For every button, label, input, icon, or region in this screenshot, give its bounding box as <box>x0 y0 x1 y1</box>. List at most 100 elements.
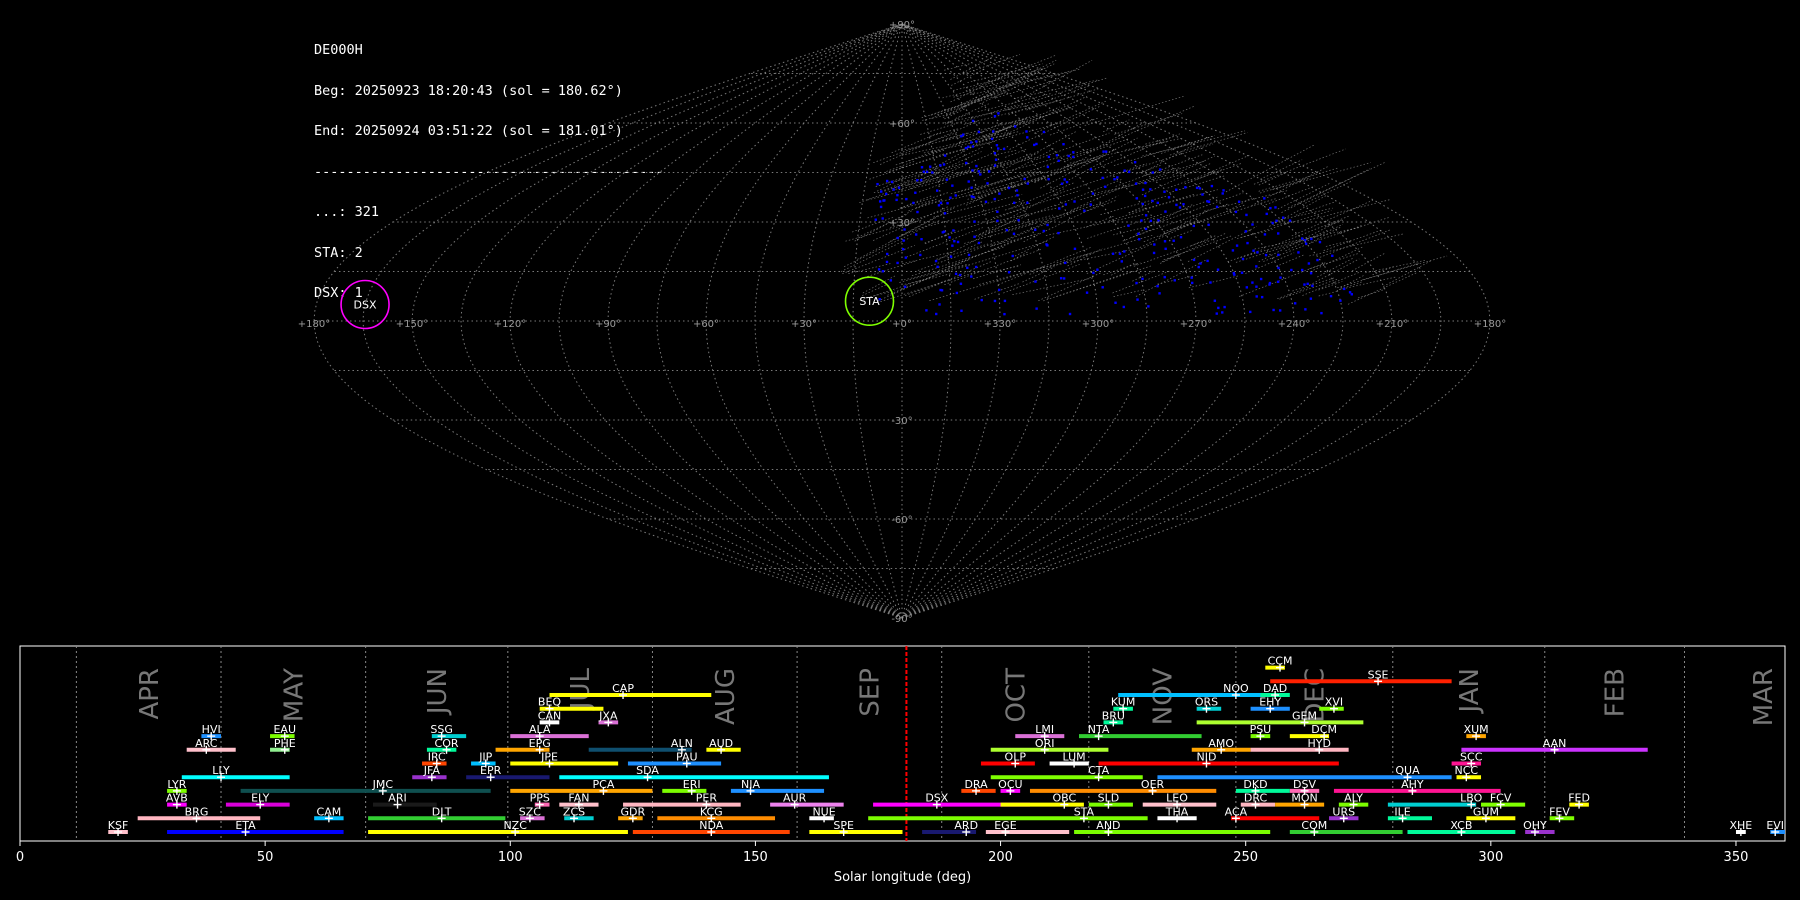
lon-label: +30° <box>791 319 817 330</box>
meteor-trail <box>1337 262 1419 289</box>
meteor-trail <box>990 232 1041 247</box>
shower-label: OCU <box>998 778 1022 791</box>
radiant-dsx: DSX <box>340 279 390 330</box>
sporadic-meteor <box>970 275 973 278</box>
sporadic-meteor <box>1207 223 1210 227</box>
sporadic-meteor <box>1120 260 1123 263</box>
meteor-trail <box>900 195 933 209</box>
sporadic-meteor <box>881 217 884 220</box>
shower-label: GEM <box>1292 709 1317 722</box>
shower-ksf: KSF <box>108 819 129 836</box>
sporadic-meteor <box>885 260 889 264</box>
lat-label: -30° <box>891 416 912 427</box>
lon-label: +120° <box>494 319 526 330</box>
sporadic-meteor <box>905 197 908 201</box>
meteor-trail <box>1080 175 1167 200</box>
meteor-trail <box>1272 215 1350 247</box>
x-tick-label: 0 <box>16 850 24 865</box>
shower-label: LMI <box>1035 723 1054 736</box>
shower-label: IRC <box>428 751 446 764</box>
shower-label: NUE <box>812 805 835 818</box>
sporadic-meteor <box>1046 223 1049 227</box>
meridian-line <box>362 23 903 619</box>
shower-label: XCB <box>1450 819 1472 832</box>
sporadic-meteor <box>1274 206 1277 209</box>
meteor-trail <box>957 170 1036 197</box>
meteor-trail <box>1226 197 1252 213</box>
shower-label: PSU <box>1250 723 1272 736</box>
sporadic-meteor <box>1144 181 1147 185</box>
sporadic-meteor <box>1123 169 1126 172</box>
meteor-trail <box>1351 252 1386 272</box>
sporadic-meteor <box>993 114 997 118</box>
sporadic-meteor <box>958 273 962 277</box>
meteor-trail <box>1357 288 1386 299</box>
sporadic-meteor <box>1013 125 1017 128</box>
sporadic-meteor <box>1167 196 1171 199</box>
x-tick-label: 200 <box>988 850 1013 865</box>
sporadic-meteor <box>1264 253 1268 257</box>
meteor-trail <box>1139 219 1199 248</box>
shower-label: KSF <box>108 819 129 832</box>
sporadic-meteor <box>1241 257 1245 261</box>
sporadic-meteor <box>1175 203 1178 207</box>
shower-label: AAN <box>1543 737 1567 750</box>
sporadic-meteor <box>964 146 968 150</box>
sporadic-meteor <box>1064 261 1067 265</box>
sporadic-meteor <box>1184 186 1187 189</box>
sporadic-meteor <box>945 178 949 181</box>
meteor-trail <box>1043 203 1091 223</box>
sporadic-meteor <box>1290 268 1293 272</box>
shower-xum: XUM <box>1464 723 1489 741</box>
meteor-trail <box>1103 262 1141 276</box>
shower-label: DLT <box>432 805 452 818</box>
sporadic-meteor <box>960 135 963 138</box>
shower-label: XVI <box>1325 696 1343 709</box>
shower-kum: KUM <box>1111 696 1135 713</box>
sporadic-meteor <box>1255 265 1258 268</box>
sporadic-meteor <box>916 179 919 182</box>
sporadic-meteor <box>1123 250 1126 253</box>
sporadic-meteor <box>967 253 971 257</box>
sporadic-meteor <box>1307 262 1311 265</box>
sporadic-meteor <box>925 170 929 174</box>
sporadic-meteor <box>935 312 938 316</box>
sporadic-meteor <box>1133 160 1137 164</box>
sporadic-meteor <box>1199 262 1202 265</box>
sporadic-meteor <box>901 248 905 251</box>
shower-dad: DAD <box>1260 682 1290 699</box>
sporadic-meteor <box>946 202 949 205</box>
shower-label: JMC <box>372 778 394 791</box>
shower-label: JPE <box>540 751 558 764</box>
shower-label: BRG <box>185 805 209 818</box>
sporadic-meteor <box>1198 187 1202 190</box>
sporadic-meteor <box>1309 272 1313 275</box>
sporadic-meteor <box>920 166 924 169</box>
shower-label: SZC <box>519 805 542 818</box>
shower-label: DSV <box>1293 778 1316 791</box>
sporadic-meteor <box>974 265 978 269</box>
sporadic-meteor <box>1034 228 1037 232</box>
meteor-trail <box>1133 239 1209 267</box>
meteor-trail <box>1277 182 1332 210</box>
shower-label: ZCS <box>563 805 585 818</box>
sporadic-meteor <box>1104 185 1107 188</box>
meteor-trail <box>1260 159 1303 180</box>
meteor-trail <box>982 104 1078 138</box>
shower-label: ORS <box>1195 696 1218 709</box>
shower-eau: EAU <box>270 723 296 741</box>
sporadic-meteor <box>996 210 999 213</box>
month-label: MAY <box>279 668 309 722</box>
shower-label: FED <box>1568 792 1590 805</box>
sporadic-meteor <box>1113 177 1116 181</box>
shower-label: LEO <box>1166 792 1188 805</box>
sporadic-meteor <box>1017 219 1020 222</box>
shower-label: ETA <box>235 819 256 832</box>
shower-label: FCV <box>1490 792 1512 805</box>
shower-label: OLP <box>1005 751 1027 764</box>
shower-label: XUM <box>1464 723 1489 736</box>
sporadic-meteor <box>1141 277 1144 281</box>
sporadic-meteor <box>1304 242 1308 245</box>
sporadic-meteor <box>1268 281 1272 285</box>
sporadic-meteor <box>1316 258 1319 262</box>
